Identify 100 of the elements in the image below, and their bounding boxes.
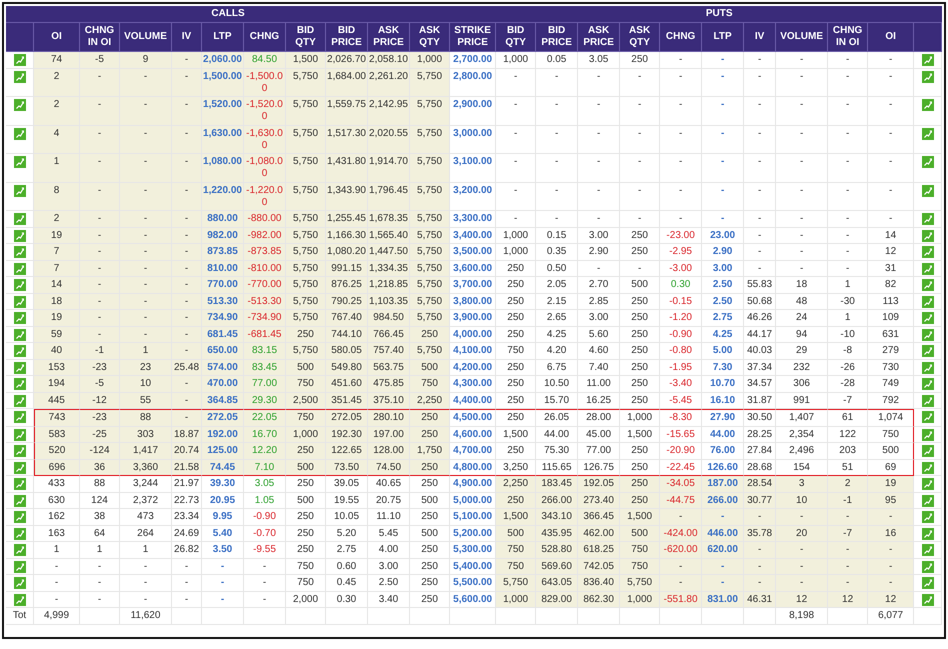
table-cell: 44.00 <box>536 426 578 443</box>
chart-icon[interactable] <box>922 99 934 111</box>
chart-icon[interactable] <box>14 328 26 340</box>
table-cell: 250 <box>620 244 660 260</box>
chart-icon[interactable] <box>922 378 934 390</box>
table-cell: - <box>828 126 868 154</box>
chart-icon[interactable] <box>922 411 934 423</box>
table-cell: 84.50 <box>244 52 286 68</box>
chart-icon[interactable] <box>922 328 934 340</box>
table-cell: - <box>244 558 286 575</box>
chart-icon[interactable] <box>922 594 934 606</box>
table-cell: 2,900.00 <box>450 97 496 126</box>
table-cell: -3.00 <box>660 260 702 277</box>
table-cell: 250 <box>496 443 536 460</box>
chart-icon[interactable] <box>922 445 934 457</box>
chart-icon[interactable] <box>14 345 26 357</box>
chart-icon[interactable] <box>922 462 934 474</box>
chart-icon[interactable] <box>14 411 26 423</box>
chart-icon[interactable] <box>14 99 26 111</box>
chart-icon[interactable] <box>14 445 26 457</box>
chart-icon[interactable] <box>922 560 934 572</box>
table-cell: 74 <box>34 52 80 68</box>
table-cell: 7.40 <box>578 360 620 376</box>
table-cell: - <box>244 575 286 592</box>
chart-icon[interactable] <box>14 378 26 390</box>
chart-icon[interactable] <box>14 494 26 506</box>
table-cell: 1 <box>828 277 868 294</box>
chart-icon[interactable] <box>922 478 934 490</box>
chart-icon[interactable] <box>14 594 26 606</box>
table-cell: 734.90 <box>202 310 244 326</box>
chart-icon[interactable] <box>14 528 26 540</box>
chart-icon[interactable] <box>922 213 934 225</box>
chart-icon[interactable] <box>14 544 26 556</box>
chart-icon[interactable] <box>14 462 26 474</box>
chart-icon[interactable] <box>922 394 934 406</box>
chart-icon[interactable] <box>14 184 26 196</box>
column-header: STRIKE PRICE <box>450 23 496 52</box>
chart-icon[interactable] <box>922 362 934 374</box>
chart-icon[interactable] <box>14 54 26 66</box>
table-cell: 1,074 <box>868 409 914 426</box>
chart-icon[interactable] <box>14 577 26 589</box>
chart-icon[interactable] <box>922 312 934 324</box>
chart-icon[interactable] <box>922 156 934 168</box>
chart-icon[interactable] <box>14 279 26 291</box>
chart-icon[interactable] <box>14 70 26 82</box>
chart-icon[interactable] <box>922 494 934 506</box>
table-cell: - <box>702 558 744 575</box>
chart-icon[interactable] <box>922 184 934 196</box>
table-cell: 583 <box>34 426 80 443</box>
chart-icon[interactable] <box>922 544 934 556</box>
chart-icon[interactable] <box>922 345 934 357</box>
chart-icon[interactable] <box>14 511 26 523</box>
chart-icon[interactable] <box>14 213 26 225</box>
table-cell: 750 <box>496 343 536 360</box>
table-cell: 250 <box>496 310 536 326</box>
table-cell: - <box>660 575 702 592</box>
table-cell: 45.00 <box>578 426 620 443</box>
table-cell: 34.57 <box>744 376 776 392</box>
chart-icon[interactable] <box>14 246 26 258</box>
chart-icon[interactable] <box>922 428 934 440</box>
table-cell: - <box>828 154 868 182</box>
table-cell: 620.00 <box>702 542 744 558</box>
table-cell: - <box>868 68 914 97</box>
table-cell: - <box>120 126 172 154</box>
chart-icon[interactable] <box>922 577 934 589</box>
chart-icon[interactable] <box>922 230 934 242</box>
chart-icon[interactable] <box>14 230 26 242</box>
table-cell: 4,100.00 <box>450 343 496 360</box>
table-cell: 2,261.20 <box>368 68 410 97</box>
table-cell: 250 <box>410 460 450 476</box>
table-cell: - <box>172 343 202 360</box>
chart-icon[interactable] <box>922 70 934 82</box>
chart-icon[interactable] <box>14 428 26 440</box>
chart-icon[interactable] <box>922 246 934 258</box>
table-cell: -0.15 <box>660 294 702 310</box>
table-cell: - <box>868 126 914 154</box>
chart-icon[interactable] <box>14 156 26 168</box>
chart-icon[interactable] <box>922 279 934 291</box>
chart-icon[interactable] <box>922 511 934 523</box>
table-cell: - <box>120 97 172 126</box>
chart-icon[interactable] <box>14 362 26 374</box>
table-cell: 250 <box>286 443 326 460</box>
chart-icon[interactable] <box>922 128 934 140</box>
table-cell: - <box>702 211 744 228</box>
table-cell: - <box>172 294 202 310</box>
chart-icon[interactable] <box>922 262 934 274</box>
chart-icon[interactable] <box>922 296 934 308</box>
table-cell: 1,447.50 <box>368 244 410 260</box>
table-cell: 876.25 <box>326 277 368 294</box>
chart-icon[interactable] <box>14 128 26 140</box>
table-cell: - <box>828 182 868 211</box>
chart-icon[interactable] <box>922 54 934 66</box>
table-cell: - <box>828 558 868 575</box>
chart-icon[interactable] <box>14 296 26 308</box>
chart-icon[interactable] <box>922 528 934 540</box>
chart-icon[interactable] <box>14 478 26 490</box>
chart-icon[interactable] <box>14 394 26 406</box>
chart-icon[interactable] <box>14 312 26 324</box>
chart-icon[interactable] <box>14 560 26 572</box>
chart-icon[interactable] <box>14 262 26 274</box>
